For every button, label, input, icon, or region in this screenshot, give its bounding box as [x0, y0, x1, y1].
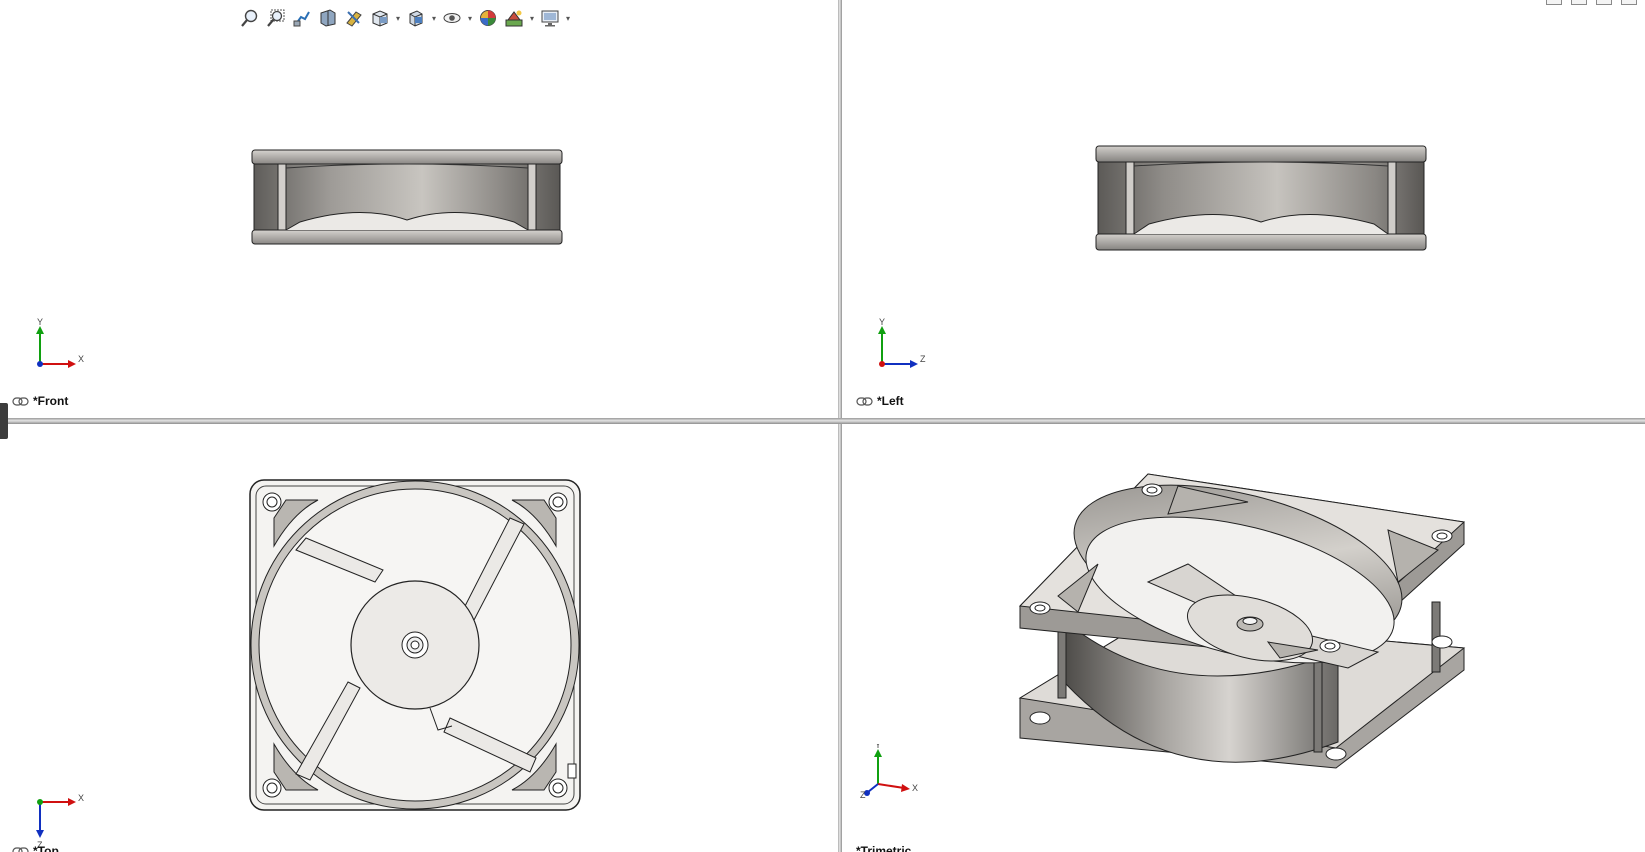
- section-view-icon[interactable]: [316, 6, 340, 30]
- hide-show-items-icon[interactable]: [440, 6, 464, 30]
- viewport-front[interactable]: ▾ ▾ ▾ ▾ ▾ Y X *Front: [0, 0, 838, 418]
- viewport-name-trimetric: *Trimetric: [856, 844, 912, 852]
- axis-triad-trimetric: Y X Z: [860, 744, 918, 798]
- fan-model-trimetric: [1018, 473, 1466, 769]
- viewport-label-top: *Top: [12, 844, 59, 852]
- fan-model-left: [1095, 145, 1427, 251]
- svg-text:Y: Y: [875, 744, 881, 750]
- fan-model-top: [249, 479, 581, 811]
- view-settings-icon[interactable]: [538, 6, 562, 30]
- previous-view-icon[interactable]: [290, 6, 314, 30]
- viewport-minimize-button[interactable]: [1546, 0, 1562, 5]
- view-orientation-icon[interactable]: [368, 6, 392, 30]
- viewport-close-button[interactable]: [1621, 0, 1637, 5]
- svg-text:X: X: [78, 354, 84, 364]
- viewport-name-left: *Left: [877, 394, 904, 408]
- axis-triad-left: Y Z: [878, 318, 926, 368]
- heads-up-view-toolbar: ▾ ▾ ▾ ▾ ▾: [238, 5, 572, 31]
- axis-triad-front: Y X: [36, 318, 84, 368]
- vertical-viewport-splitter[interactable]: [838, 0, 842, 852]
- svg-text:Y: Y: [37, 318, 43, 327]
- zoom-to-area-icon[interactable]: [264, 6, 288, 30]
- viewport-trimetric[interactable]: Y X Z *Trimetric: [842, 424, 1645, 852]
- viewport-label-trimetric: *Trimetric: [856, 844, 911, 852]
- display-style-dropdown[interactable]: ▾: [430, 14, 438, 23]
- viewport-name-top: *Top: [33, 844, 59, 852]
- zoom-to-fit-icon[interactable]: [238, 6, 262, 30]
- view-orientation-dropdown[interactable]: ▾: [394, 14, 402, 23]
- hide-show-items-dropdown[interactable]: ▾: [466, 14, 474, 23]
- viewport-name-front: *Front: [33, 394, 69, 408]
- horizontal-viewport-splitter[interactable]: [0, 418, 1645, 424]
- viewport-restore-button[interactable]: [1571, 0, 1587, 5]
- apply-scene-icon[interactable]: [502, 6, 526, 30]
- edit-appearance-icon[interactable]: [476, 6, 500, 30]
- viewport-maximize-button[interactable]: [1596, 0, 1612, 5]
- display-style-icon[interactable]: [404, 6, 428, 30]
- viewport-label-front: *Front: [12, 394, 68, 408]
- viewport-window-controls: [1546, 0, 1637, 5]
- link-views-icon[interactable]: [12, 846, 29, 852]
- viewport-top[interactable]: X Z *Top: [0, 424, 838, 852]
- link-views-icon[interactable]: [12, 396, 29, 406]
- svg-text:Z: Z: [920, 354, 926, 364]
- apply-scene-dropdown[interactable]: ▾: [528, 14, 536, 23]
- dynamic-annotation-views-icon[interactable]: [342, 6, 366, 30]
- fan-model-front: [251, 149, 563, 245]
- svg-text:Z: Z: [860, 790, 866, 798]
- splitter-handle[interactable]: [0, 403, 8, 439]
- svg-text:Y: Y: [879, 318, 885, 327]
- svg-text:X: X: [78, 794, 84, 803]
- viewport-label-left: *Left: [856, 394, 904, 408]
- link-views-icon[interactable]: [856, 396, 873, 406]
- view-settings-dropdown[interactable]: ▾: [564, 14, 572, 23]
- axis-triad-top: X Z: [36, 794, 84, 848]
- viewport-left[interactable]: Y Z *Left: [842, 0, 1645, 418]
- svg-text:X: X: [912, 783, 918, 793]
